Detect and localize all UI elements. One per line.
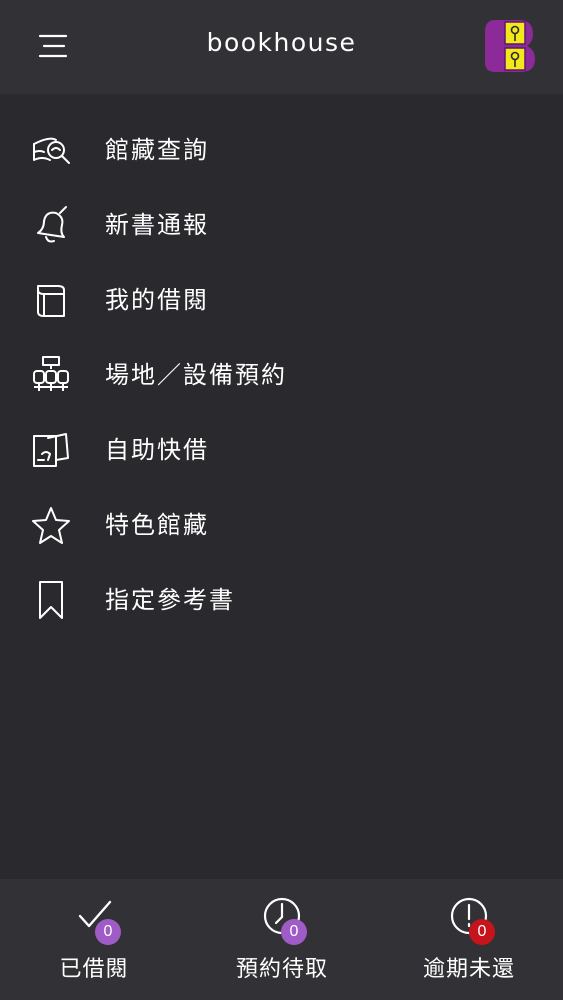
app-header: bookhouse xyxy=(0,0,563,94)
tab-label: 已借閱 xyxy=(59,957,129,982)
books-icon xyxy=(37,285,65,317)
menu-item-new-books[interactable]: 新書通報 xyxy=(0,187,563,262)
app-title: bookhouse xyxy=(206,28,357,57)
count-badge: 0 xyxy=(95,919,121,945)
tab-borrowed[interactable]: 0 已借閱 xyxy=(0,879,188,1000)
menu-item-label: 指定參考書 xyxy=(105,586,235,614)
menu-item-label: 我的借閱 xyxy=(105,286,209,314)
menu-item-label: 場地／設備預約 xyxy=(105,361,287,389)
library-logo-icon xyxy=(485,20,535,72)
menu-item-venue-booking[interactable]: 場地／設備預約 xyxy=(0,337,563,412)
scan-card-icon xyxy=(33,433,69,467)
overdue-count-badge: 0 xyxy=(469,919,495,945)
tab-label: 逾期未還 xyxy=(422,957,515,982)
bottom-tab-bar: 0 已借閱 0 預約待取 0 逾期未還 xyxy=(0,879,563,1000)
menu-item-collection-search[interactable]: 館藏查詢 xyxy=(0,112,563,187)
star-icon xyxy=(32,507,70,544)
count-badge: 0 xyxy=(281,919,307,945)
bell-icon xyxy=(37,206,67,243)
venue-seats-icon xyxy=(33,356,69,391)
library-logo[interactable] xyxy=(481,14,539,78)
collection-search-icon xyxy=(33,137,70,164)
menu-item-reserved-books[interactable]: 指定參考書 xyxy=(0,562,563,637)
menu-item-label: 自助快借 xyxy=(105,436,209,464)
tab-overdue[interactable]: 0 逾期未還 xyxy=(375,879,563,1000)
tab-reserved-pickup[interactable]: 0 預約待取 xyxy=(188,879,376,1000)
menu-item-label: 館藏查詢 xyxy=(105,136,209,164)
menu-item-label: 特色館藏 xyxy=(105,511,209,539)
menu-item-my-loans[interactable]: 我的借閱 xyxy=(0,262,563,337)
bookmark-icon xyxy=(39,581,63,619)
main-menu: 館藏查詢 新書通報 我的借閱 場地／設備預約 自助快借 特色館藏 指定參考書 xyxy=(0,112,563,637)
menu-item-label: 新書通報 xyxy=(105,211,209,239)
tab-label: 預約待取 xyxy=(235,957,328,982)
menu-item-special-collections[interactable]: 特色館藏 xyxy=(0,487,563,562)
menu-item-self-checkout[interactable]: 自助快借 xyxy=(0,412,563,487)
